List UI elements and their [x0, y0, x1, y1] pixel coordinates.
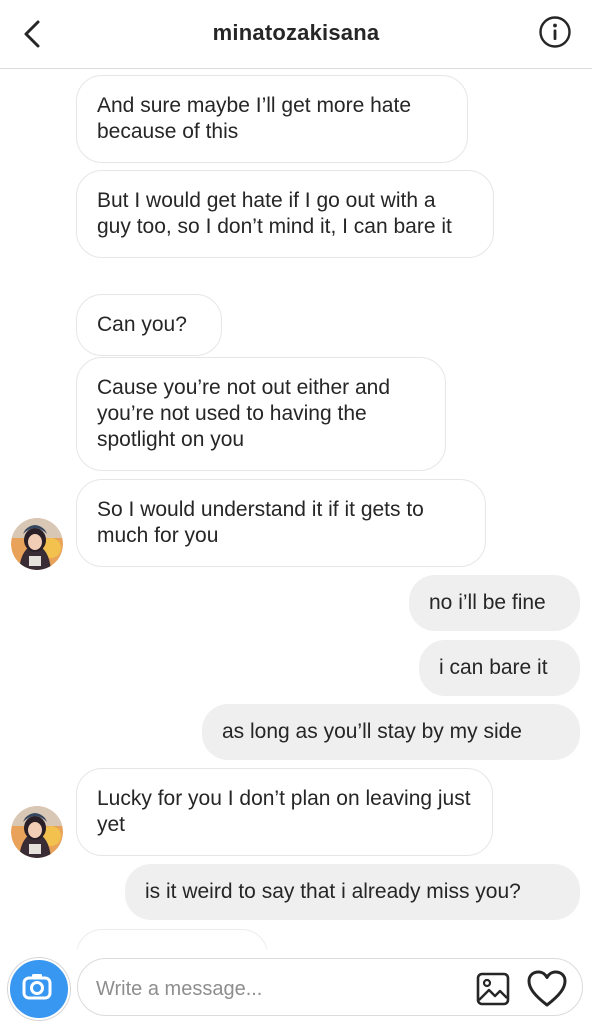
outgoing-message[interactable]: i can bare it	[419, 640, 580, 696]
incoming-message[interactable]: So I would understand it if it gets to m…	[76, 479, 486, 567]
avatar[interactable]	[11, 518, 63, 570]
avatar[interactable]	[11, 806, 63, 858]
message-list[interactable]: And sure maybe I’ll get more hate becaus…	[0, 69, 592, 949]
message-text: Lucky for you I don’t plan on leaving ju…	[97, 787, 471, 836]
message-text: is it weird to say that i already miss y…	[145, 880, 521, 903]
incoming-message[interactable]: And sure maybe I’ll get more hate becaus…	[76, 75, 468, 163]
message-text: And sure maybe I’ll get more hate becaus…	[97, 94, 411, 143]
profile-photo	[11, 806, 63, 858]
message-composer	[0, 950, 592, 1024]
incoming-message[interactable]: Cause you’re not out either and you’re n…	[76, 357, 446, 471]
incoming-message[interactable]: But I would get hate if I go out with a …	[76, 170, 494, 258]
thread-header: minatozakisana	[0, 0, 592, 69]
dm-thread-screen: minatozakisana And sure maybe I’ll get m…	[0, 0, 592, 1024]
outgoing-message[interactable]: no i’ll be fine	[409, 575, 580, 631]
info-icon	[539, 16, 571, 48]
gallery-icon	[476, 972, 510, 1006]
camera-icon	[22, 974, 52, 1000]
message-text: as long as you’ll stay by my side	[222, 720, 522, 743]
incoming-message[interactable]: Lucky for you I don’t plan on leaving ju…	[76, 768, 493, 856]
thread-title[interactable]: minatozakisana	[0, 20, 592, 46]
typing-indicator	[76, 929, 268, 949]
like-button[interactable]	[526, 969, 568, 1009]
incoming-message[interactable]: Can you?	[76, 294, 222, 356]
message-text: i can bare it	[439, 656, 548, 679]
message-input-container	[77, 958, 583, 1016]
message-text: Can you?	[97, 313, 187, 336]
outgoing-message[interactable]: as long as you’ll stay by my side	[202, 704, 580, 760]
profile-photo	[11, 518, 63, 570]
outgoing-message[interactable]: is it weird to say that i already miss y…	[125, 864, 580, 920]
message-input[interactable]	[94, 972, 468, 1006]
message-text: But I would get hate if I go out with a …	[97, 189, 452, 238]
gallery-button[interactable]	[475, 971, 511, 1007]
info-button[interactable]	[538, 15, 572, 49]
message-text: So I would understand it if it gets to m…	[97, 498, 424, 547]
heart-icon	[527, 970, 567, 1007]
message-text: Cause you’re not out either and you’re n…	[97, 376, 391, 451]
camera-button[interactable]	[8, 958, 70, 1020]
message-text: no i’ll be fine	[429, 591, 546, 614]
